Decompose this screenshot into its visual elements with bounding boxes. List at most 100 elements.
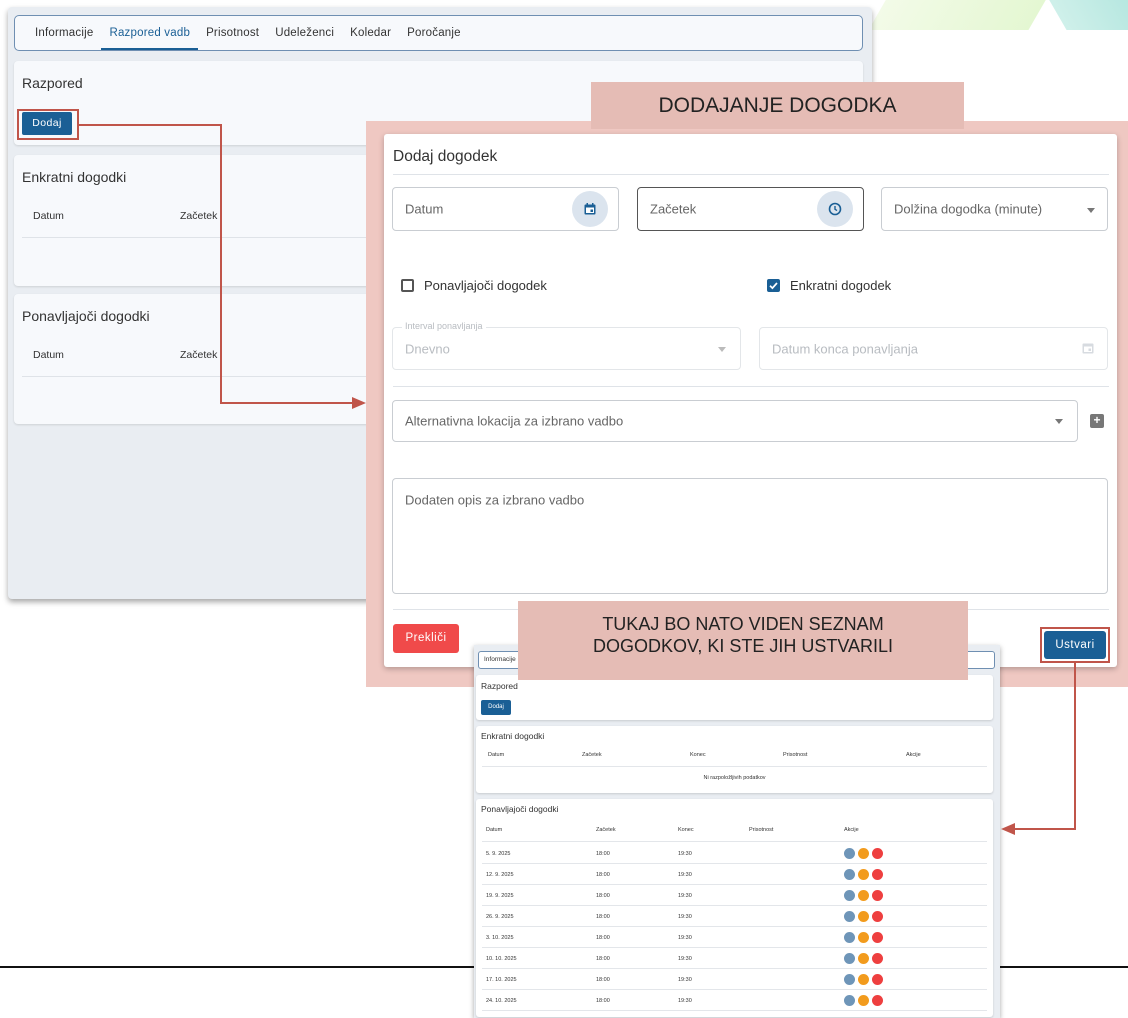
row-end: 19:30 bbox=[678, 935, 692, 941]
alternative-location-select[interactable]: Alternativna lokacija za izbrano vadbo bbox=[392, 400, 1078, 442]
date-placeholder: Datum bbox=[405, 201, 444, 217]
edit-icon[interactable] bbox=[858, 995, 869, 1006]
edit-icon[interactable] bbox=[858, 911, 869, 922]
delete-icon[interactable] bbox=[872, 848, 883, 859]
decorative-banner bbox=[870, 0, 1128, 30]
single-event-checkbox[interactable]: Enkratni dogodek bbox=[767, 278, 891, 293]
preview-single-title: Enkratni dogodki bbox=[481, 731, 545, 741]
divider bbox=[393, 386, 1109, 387]
tab-udelezenci[interactable]: Udeleženci bbox=[267, 16, 342, 50]
repeat-end-date-field[interactable]: Datum konca ponavljanja bbox=[759, 327, 1108, 370]
edit-icon[interactable] bbox=[858, 869, 869, 880]
repeat-interval-select[interactable]: Dnevno bbox=[392, 327, 741, 370]
description-textarea[interactable]: Dodaten opis za izbrano vadbo bbox=[392, 478, 1108, 594]
column-header-date: Datum bbox=[33, 210, 64, 222]
calendar-icon[interactable] bbox=[572, 191, 608, 227]
preview-col-start: Začetek bbox=[582, 752, 602, 758]
row-start: 18:00 bbox=[596, 872, 610, 878]
view-icon[interactable] bbox=[844, 848, 855, 859]
dialog-annotation-label: DODAJANJE DOGODKA bbox=[591, 82, 964, 129]
view-icon[interactable] bbox=[844, 890, 855, 901]
row-end: 19:30 bbox=[678, 893, 692, 899]
row-end: 19:30 bbox=[678, 851, 692, 857]
preview-recurring-title: Ponavljajoči dogodki bbox=[481, 804, 559, 814]
duration-select[interactable]: Dolžina dogodka (minute) bbox=[881, 187, 1108, 231]
single-event-label: Enkratni dogodek bbox=[790, 278, 892, 293]
tab-razpored-vadb[interactable]: Razpored vadb bbox=[101, 16, 198, 50]
cancel-button[interactable]: Prekliči bbox=[393, 624, 459, 653]
view-icon[interactable] bbox=[844, 911, 855, 922]
checkbox-unchecked-icon[interactable] bbox=[401, 279, 414, 292]
edit-icon[interactable] bbox=[858, 974, 869, 985]
start-time-field[interactable]: Začetek bbox=[637, 187, 864, 231]
single-events-title: Enkratni dogodki bbox=[22, 169, 127, 185]
dialog-title: Dodaj dogodek bbox=[393, 148, 498, 165]
delete-icon[interactable] bbox=[872, 911, 883, 922]
preview-recurring-events-card: Ponavljajoči dogodki Datum Začetek Konec… bbox=[476, 799, 993, 1017]
delete-icon[interactable] bbox=[872, 890, 883, 901]
divider bbox=[482, 841, 987, 842]
delete-icon[interactable] bbox=[872, 953, 883, 964]
preview-empty-message: Ni razpoložljivih podatkov bbox=[703, 775, 766, 781]
page-divider bbox=[1000, 966, 1128, 968]
delete-icon[interactable] bbox=[872, 932, 883, 943]
preview-col-start: Začetek bbox=[596, 827, 616, 833]
repeat-interval-label: Interval ponavljanja bbox=[402, 321, 486, 331]
list-annotation-line-1: TUKAJ BO NATO VIDEN SEZNAM bbox=[602, 614, 884, 634]
edit-icon[interactable] bbox=[858, 848, 869, 859]
row-date: 3. 10. 2025 bbox=[486, 935, 514, 941]
divider bbox=[482, 989, 987, 990]
add-location-icon[interactable]: + bbox=[1090, 414, 1104, 428]
date-field[interactable]: Datum bbox=[392, 187, 619, 231]
divider bbox=[482, 947, 987, 948]
view-icon[interactable] bbox=[844, 932, 855, 943]
row-start: 18:00 bbox=[596, 851, 610, 857]
edit-icon[interactable] bbox=[858, 932, 869, 943]
list-annotation-label: TUKAJ BO NATO VIDEN SEZNAM DOGODKOV, KI … bbox=[518, 601, 968, 680]
checkbox-checked-icon[interactable] bbox=[767, 279, 780, 292]
delete-icon[interactable] bbox=[872, 974, 883, 985]
chevron-down-icon bbox=[1087, 208, 1095, 213]
start-time-placeholder: Začetek bbox=[650, 201, 697, 217]
repeat-end-placeholder: Datum konca ponavljanja bbox=[772, 341, 918, 356]
delete-icon[interactable] bbox=[872, 869, 883, 880]
location-placeholder: Alternativna lokacija za izbrano vadbo bbox=[405, 413, 624, 429]
view-icon[interactable] bbox=[844, 995, 855, 1006]
preview-col-end: Konec bbox=[678, 827, 694, 833]
preview-col-date: Datum bbox=[486, 827, 503, 833]
view-icon[interactable] bbox=[844, 953, 855, 964]
add-button-highlight bbox=[17, 109, 79, 140]
tab-porocanje[interactable]: Poročanje bbox=[399, 16, 469, 50]
row-date: 5. 9. 2025 bbox=[486, 851, 511, 857]
view-icon[interactable] bbox=[844, 974, 855, 985]
divider bbox=[482, 863, 987, 864]
row-end: 19:30 bbox=[678, 977, 692, 983]
calendar-icon bbox=[1081, 341, 1095, 360]
description-placeholder: Dodaten opis za izbrano vadbo bbox=[405, 492, 585, 508]
arrowhead-icon bbox=[1001, 823, 1015, 835]
row-end: 19:30 bbox=[678, 998, 692, 1004]
chevron-down-icon bbox=[718, 347, 726, 352]
recurring-events-title: Ponavljajoči dogodki bbox=[22, 308, 150, 324]
repeat-interval-value: Dnevno bbox=[405, 341, 450, 357]
row-start: 18:00 bbox=[596, 956, 610, 962]
tab-koledar[interactable]: Koledar bbox=[342, 16, 399, 50]
list-annotation-line-2: DOGODKOV, KI STE JIH USTVARILI bbox=[592, 636, 894, 656]
row-date: 10. 10. 2025 bbox=[486, 956, 517, 962]
divider bbox=[482, 766, 987, 767]
arrow-to-list bbox=[1015, 663, 1076, 830]
recurring-event-checkbox[interactable]: Ponavljajoči dogodek bbox=[401, 278, 547, 293]
row-start: 18:00 bbox=[596, 935, 610, 941]
row-end: 19:30 bbox=[678, 956, 692, 962]
edit-icon[interactable] bbox=[858, 953, 869, 964]
tab-informacije[interactable]: Informacije bbox=[27, 16, 101, 50]
row-end: 19:30 bbox=[678, 914, 692, 920]
clock-icon[interactable] bbox=[817, 191, 853, 227]
delete-icon[interactable] bbox=[872, 995, 883, 1006]
preview-col-end: Konec bbox=[690, 752, 706, 758]
tab-prisotnost[interactable]: Prisotnost bbox=[198, 16, 267, 50]
view-icon[interactable] bbox=[844, 869, 855, 880]
edit-icon[interactable] bbox=[858, 890, 869, 901]
chevron-down-icon bbox=[1055, 419, 1063, 424]
column-header-start: Začetek bbox=[180, 210, 218, 222]
